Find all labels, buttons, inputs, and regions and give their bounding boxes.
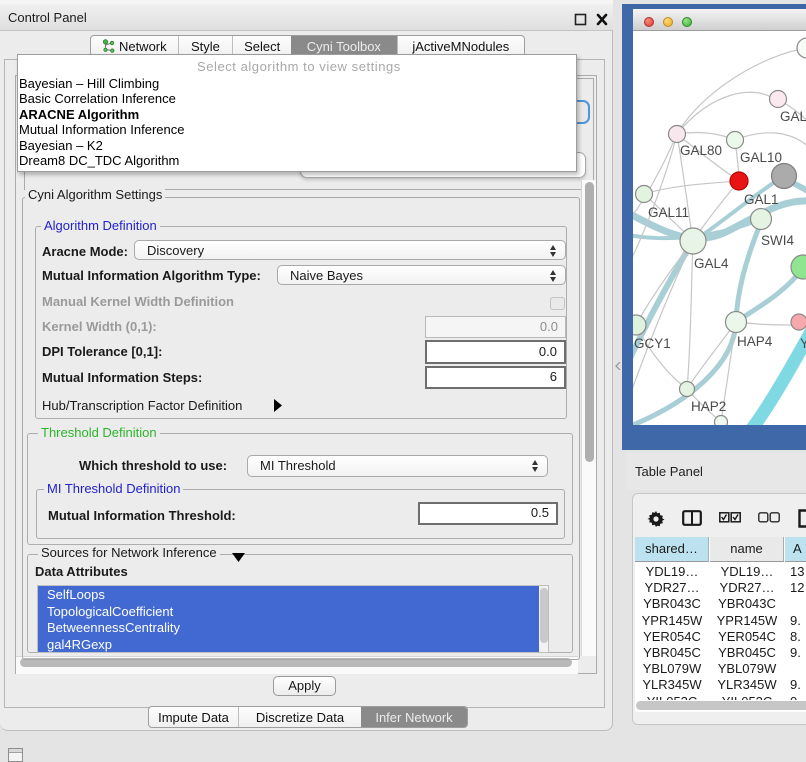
- svg-text:GAL10: GAL10: [740, 150, 782, 165]
- svg-text:HAP2: HAP2: [691, 399, 726, 414]
- svg-text:GAL80: GAL80: [680, 143, 722, 158]
- svg-text:GAL4: GAL4: [694, 256, 729, 271]
- svg-text:SWI4: SWI4: [761, 233, 794, 248]
- svg-text:HAP4: HAP4: [737, 334, 773, 349]
- svg-text:Y: Y: [800, 336, 806, 351]
- svg-text:GAL1: GAL1: [744, 192, 779, 207]
- svg-text:GAL2: GAL2: [780, 109, 806, 124]
- svg-text:GAL11: GAL11: [648, 205, 689, 220]
- svg-text:GCY1: GCY1: [634, 336, 671, 351]
